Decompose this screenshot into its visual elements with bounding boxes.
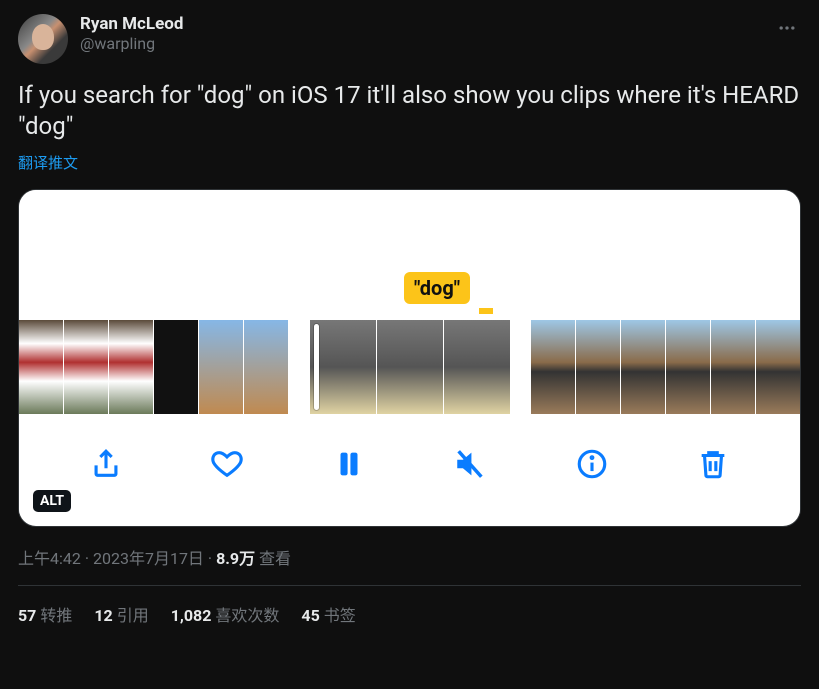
media-card[interactable]: "dog" [18, 189, 801, 527]
views-label: 查看 [255, 549, 291, 568]
translate-link[interactable]: 翻译推文 [18, 152, 801, 173]
info-icon[interactable] [575, 447, 609, 481]
clip-thumbnail [310, 320, 376, 414]
tweet-text: If you search for "dog" on iOS 17 it'll … [18, 80, 801, 142]
clip-thumbnail [711, 320, 755, 414]
tweet-container: Ryan McLeod @warpling If you search for … [0, 0, 819, 642]
more-icon[interactable] [773, 14, 801, 46]
clip-group-2 [310, 320, 510, 414]
media-top: "dog" [19, 190, 800, 320]
tweet-stats: 57转推 12引用 1,082喜欢次数 45书签 [18, 586, 801, 642]
pause-icon[interactable] [332, 447, 366, 481]
clip-thumbnail [576, 320, 620, 414]
clip-thumbnail [154, 320, 198, 414]
clip-thumbnail [64, 320, 108, 414]
clip-thumbnail [244, 320, 288, 414]
tweet-meta: 上午4:42 · 2023年7月17日 · 8.9万 查看 [18, 545, 801, 569]
playhead[interactable] [314, 324, 319, 410]
quotes[interactable]: 12引用 [94, 602, 148, 626]
clip-thumbnail [109, 320, 153, 414]
clip-thumbnail [621, 320, 665, 414]
clip-thumbnail [199, 320, 243, 414]
clip-thumbnail [756, 320, 800, 414]
views-count: 8.9万 [216, 549, 255, 568]
clip-group-1 [19, 320, 288, 414]
search-term-label: "dog" [404, 272, 470, 304]
avatar[interactable] [18, 14, 68, 64]
video-timeline[interactable] [19, 320, 800, 414]
author-block[interactable]: Ryan McLeod @warpling [80, 14, 773, 54]
trash-icon[interactable] [696, 447, 730, 481]
clip-thumbnail [666, 320, 710, 414]
clip-thumbnail [531, 320, 575, 414]
clip-thumbnail [377, 320, 443, 414]
clip-thumbnail [19, 320, 63, 414]
heart-icon[interactable] [210, 447, 244, 481]
mute-icon[interactable] [453, 447, 487, 481]
likes[interactable]: 1,082喜欢次数 [171, 602, 280, 626]
author-handle: @warpling [80, 34, 773, 54]
share-icon[interactable] [89, 447, 123, 481]
date[interactable]: 2023年7月17日 [93, 549, 204, 568]
search-term-indicator [479, 308, 493, 314]
clip-thumbnail [444, 320, 510, 414]
media-toolbar [19, 414, 800, 514]
bookmarks[interactable]: 45书签 [301, 602, 355, 626]
retweets[interactable]: 57转推 [18, 602, 72, 626]
alt-badge[interactable]: ALT [33, 490, 71, 512]
tweet-header: Ryan McLeod @warpling [18, 14, 801, 64]
author-display-name: Ryan McLeod [80, 14, 773, 34]
time[interactable]: 上午4:42 [18, 549, 81, 568]
clip-group-3 [531, 320, 800, 414]
